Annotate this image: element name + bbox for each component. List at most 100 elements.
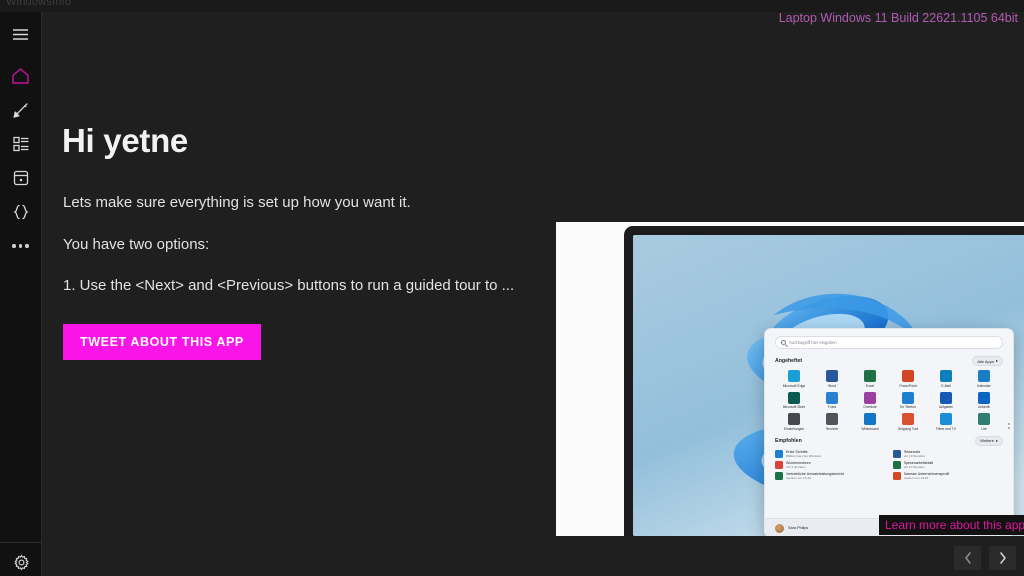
chevron-right-icon [998,551,1008,565]
start-menu-search-input[interactable]: Suchbegriff hier eingeben [775,336,1003,350]
app-label: Fotos [827,405,837,410]
app-label: Microsoft Store [782,405,806,410]
recommended-item[interactable]: Vertriebliche Umsatzleistungsbericht Gest… [775,471,886,480]
app-label: Word [827,383,837,388]
pinned-app[interactable]: PowerPoint [889,370,927,388]
tweet-about-this-app-button[interactable]: TWEET ABOUT THIS APP [63,324,261,360]
search-placeholder: Suchbegriff hier eingeben [789,340,837,346]
page-title: Hi yetne [62,122,188,159]
pinned-app[interactable]: Microsoft Store [775,391,813,410]
app-icon [902,413,914,426]
pinned-app[interactable]: Kalender [965,370,1003,388]
app-label: Excel [865,383,875,388]
app-label: LinkedIn [977,405,991,410]
sidebar-item-settings[interactable] [0,545,42,576]
pinned-apps-grid: Microsoft Edge Word Excel PowerPoint E-Mail K… [775,370,1003,431]
sidebar-item-home[interactable] [0,59,42,93]
app-icon [788,391,800,404]
app-label: Uhr [981,426,987,431]
windows-start-menu: Suchbegriff hier eingeben Angeheftet All… [764,328,1014,536]
sidebar-item-more[interactable] [0,229,42,263]
sidebar-item-apps[interactable] [0,161,42,195]
app-icon [864,391,876,404]
recommended-subtitle-text: Willkommen bei Windows [786,453,822,458]
recommended-text: Erste Schritte Willkommen bei Windows [786,450,821,458]
main-content: Hi yetne Lets make sure everything is se… [62,0,562,576]
app-label: Filme und TV [935,426,957,431]
intro-line-2: You have two options: [63,236,210,253]
recommended-text: Adresse Unternehmensprofil Gestern um 13:… [904,472,950,480]
start-menu-page-indicator[interactable] [1008,422,1010,429]
home-icon [11,67,30,85]
sidebar-nav-list [0,12,41,263]
app-label: Kalender [977,383,991,388]
pinned-app[interactable]: Aufgaben [927,391,965,410]
code-braces-icon [12,203,30,221]
pinned-app[interactable]: Rechner [813,413,851,431]
pinned-app[interactable]: Einstellungen [775,413,813,431]
app-icon [864,370,876,383]
app-icon [826,391,838,404]
more-dots-icon [12,244,29,248]
search-icon [781,340,786,346]
recommended-text: Wochennotizen Vor 2 Stunden [786,461,811,469]
learn-more-link[interactable]: Learn more about this app... [879,515,1024,535]
recommended-item[interactable]: Reisenotiz Vor 10 Stunden [892,449,1004,458]
all-apps-label: Alle Apps [977,358,994,364]
laptop-mockup: Suchbegriff hier eingeben Angeheftet All… [624,226,1024,536]
pinned-app[interactable]: Microsoft Edge [775,370,813,388]
more-recommended-button[interactable]: Weitere [975,435,1003,446]
all-apps-button[interactable]: Alle Apps [972,356,1003,367]
app-icon [864,413,876,426]
pinned-app[interactable]: Whiteboard [851,413,889,431]
recommended-subtitle-text: Vor 10 Stunden [903,464,925,469]
chevron-right-icon [996,360,998,363]
recommended-item[interactable]: Wochennotizen Vor 2 Stunden [775,460,886,469]
pinned-app[interactable]: Ihr Telefon [889,391,927,409]
sidebar-item-developer[interactable] [0,195,42,229]
pinned-app[interactable]: Fotos [813,391,851,410]
pinned-app[interactable]: Uhr [965,413,1003,431]
pinned-title: Angeheftet [775,358,803,365]
file-icon [775,471,783,480]
pinned-app[interactable]: Snipping Tool [889,413,927,431]
recommended-subtitle-text: Vor 2 Stunden [786,464,806,469]
chevron-right-icon [996,439,998,442]
sidebar-footer [0,542,42,576]
pinned-app[interactable]: Excel [851,370,889,388]
avatar[interactable] [775,523,784,533]
recommended-item[interactable]: Spesenarbeitsblatt Vor 10 Stunden [892,460,1004,469]
sidebar-item-settings-list[interactable] [0,127,42,161]
recommended-row: Wochennotizen Vor 2 Stunden Spesenarbeitsb… [775,460,1004,469]
app-icon [978,370,990,383]
app-icon [826,413,838,426]
intro-line-3: 1. Use the <Next> and <Previous> buttons… [63,277,515,294]
app-label: PowerPoint [899,383,917,388]
laptop-screen: Suchbegriff hier eingeben Angeheftet All… [633,235,1024,536]
pinned-app[interactable]: Filme und TV [927,413,965,431]
app-label: Whiteboard [861,426,879,431]
recommended-text: Reisenotiz Vor 10 Stunden [904,450,925,458]
sidebar-item-menu[interactable] [0,17,42,51]
pinned-app[interactable]: E-Mail [927,370,965,388]
sidebar-item-personalization[interactable] [0,93,42,127]
sidebar [0,12,42,576]
app-icon [788,370,800,383]
app-label: Aufgaben [938,405,954,410]
pinned-app[interactable]: LinkedIn [965,391,1003,410]
previous-button[interactable] [954,546,981,570]
recommended-item[interactable]: Erste Schritte Willkommen bei Windows [775,449,886,458]
next-button[interactable] [989,546,1016,570]
pinned-app[interactable]: OneNote [851,391,889,409]
pinned-app[interactable]: Word [813,370,851,388]
box-icon [12,169,30,187]
recommended-subtitle-text: Vor 10 Stunden [903,453,925,458]
file-icon [775,460,783,469]
promo-image: Suchbegriff hier eingeben Angeheftet All… [556,222,1024,536]
recommended-item[interactable]: Adresse Unternehmensprofil Gestern um 13:… [892,471,1004,480]
app-label: E-Mail [941,383,951,388]
recommended-text: Spesenarbeitsblatt Vor 10 Stunden [904,461,934,469]
app-icon [978,391,990,404]
recommended-list: Erste Schritte Willkommen bei Windows Reis… [775,449,1004,480]
recommended-subtitle-text: Gestern um 14:34 [786,475,811,480]
